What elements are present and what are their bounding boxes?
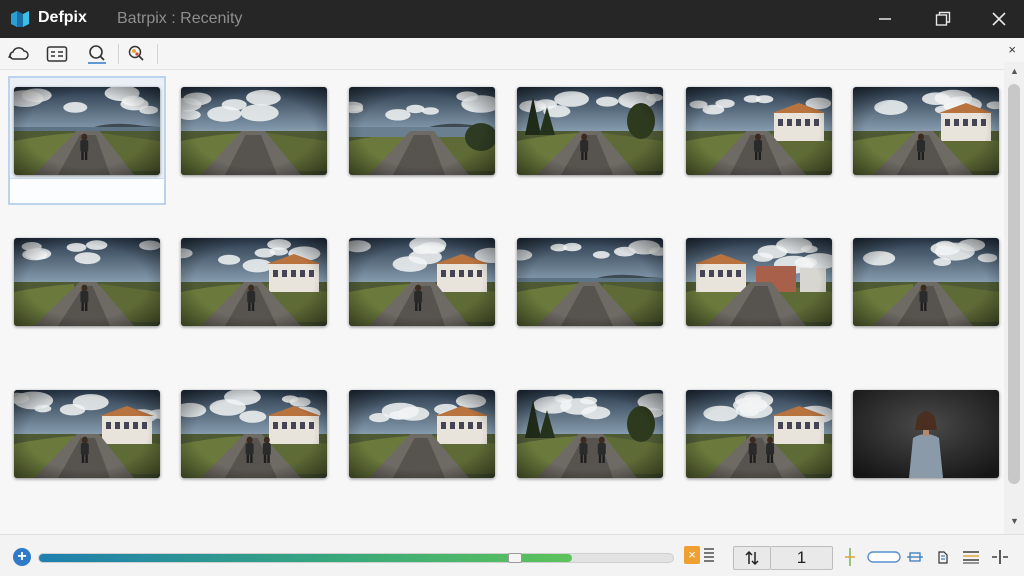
photo-thumbnail-studio-portrait-woman[interactable]	[853, 390, 999, 478]
split-view-icon	[992, 550, 1008, 564]
photo-thumbnail-villa-walkers-trio[interactable]	[686, 390, 832, 478]
close-window-button[interactable]	[976, 0, 1022, 38]
toolbar-separator	[157, 44, 158, 64]
fit-button[interactable]	[906, 546, 924, 568]
cloud-back-icon	[8, 47, 29, 60]
photo-thumbnail-trees-road-walkers[interactable]	[517, 390, 663, 478]
photo-thumbnail-field-path-person[interactable]	[853, 238, 999, 326]
rounded-rect-icon	[867, 551, 901, 563]
photo-thumbnail-town-plaza-buildings[interactable]	[686, 238, 832, 326]
scroll-up-icon[interactable]: ▲	[1010, 66, 1019, 76]
photo-thumbnail-village-houses-person[interactable]	[853, 87, 999, 175]
add-button[interactable]: +	[13, 548, 31, 566]
status-bar: + × 1	[0, 534, 1024, 576]
info-card-button[interactable]	[44, 42, 70, 66]
thumbnail-caption-area[interactable]	[10, 178, 164, 203]
aspect-ratio-button[interactable]	[866, 546, 902, 568]
app-name: Defpix	[38, 9, 87, 26]
photo-thumbnail-lake-path-rocks[interactable]	[517, 238, 663, 326]
fit-width-icon	[907, 552, 923, 562]
toolbar-separator	[118, 44, 119, 64]
vertical-scrollbar[interactable]: ▲ ▼	[1004, 62, 1024, 534]
find-color-icon	[128, 45, 144, 61]
clear-selection-button[interactable]: ×	[684, 546, 700, 564]
id-card-icon	[46, 46, 68, 62]
scroll-down-icon[interactable]: ▼	[1010, 516, 1019, 526]
page-number-field[interactable]: 1	[771, 546, 833, 570]
search-button[interactable]	[84, 42, 110, 66]
rotate-button[interactable]	[934, 546, 950, 568]
scrollbar-thumb[interactable]	[1008, 84, 1020, 484]
restore-icon	[935, 11, 951, 26]
minimize-button[interactable]	[862, 0, 908, 38]
photo-thumbnail-townhouse-street-person[interactable]	[181, 238, 327, 326]
find-color-button[interactable]	[124, 42, 150, 66]
list-icon[interactable]	[703, 547, 715, 563]
photo-thumbnail-villa-roundabout[interactable]	[349, 390, 495, 478]
sort-arrows-icon	[745, 550, 759, 566]
app-logo-icon	[11, 11, 29, 27]
rotate-icon	[938, 551, 948, 564]
search-icon	[88, 45, 106, 64]
layout-lines-button[interactable]	[962, 546, 980, 568]
photo-thumbnail-village-road-person[interactable]	[686, 87, 832, 175]
split-view-button[interactable]	[990, 546, 1010, 568]
minimize-icon	[879, 18, 891, 20]
close-pane-button[interactable]: ×	[1008, 42, 1016, 57]
split-marker-icon	[845, 548, 855, 566]
green-marker-button[interactable]	[842, 546, 858, 568]
photo-thumbnail-road-through-fields[interactable]	[181, 87, 327, 175]
back-to-cloud-button[interactable]	[6, 42, 32, 66]
toolbar: ×	[0, 38, 1024, 70]
photo-thumbnail-field-road-person[interactable]	[14, 238, 160, 326]
document-title: Batrpix : Recenity	[117, 10, 243, 27]
title-bar[interactable]: Defpix Batrpix : Recenity	[0, 0, 1024, 38]
progress-slider[interactable]	[38, 553, 674, 563]
photo-thumbnail-lakeside-path-person[interactable]	[14, 87, 160, 175]
photo-thumbnail-forest-path-person[interactable]	[517, 87, 663, 175]
photo-thumbnail-villa-walkers-pair[interactable]	[181, 390, 327, 478]
photo-thumbnail-villa-lane-person[interactable]	[14, 390, 160, 478]
app-window: Defpix Batrpix : Recenity × ▲ ▼ + × 1	[0, 0, 1024, 576]
progress-fill	[39, 554, 572, 562]
maximize-button[interactable]	[920, 0, 966, 38]
close-icon	[992, 12, 1006, 26]
sort-order-button[interactable]	[733, 546, 771, 570]
photo-thumbnail-lakeshore-cliffs[interactable]	[349, 87, 495, 175]
lines-icon	[963, 551, 979, 564]
photo-thumbnail-villa-road-person[interactable]	[349, 238, 495, 326]
progress-handle[interactable]	[507, 553, 522, 563]
